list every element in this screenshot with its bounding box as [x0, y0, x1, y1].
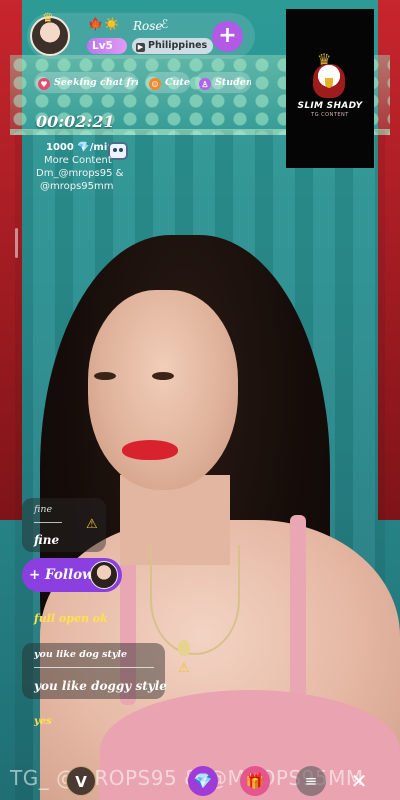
add-follow-plus-button[interactable]: +	[212, 21, 243, 52]
logo-subtitle: TG CONTENT	[311, 112, 349, 118]
gem-icon: 💎	[193, 772, 213, 790]
host-badge-icons: 🍁☀️	[88, 17, 120, 31]
gem-button[interactable]: 💎	[188, 766, 218, 796]
stream-timer: 00:02:21	[36, 112, 115, 131]
more-content-line2: Dm_@mrops95 &	[36, 168, 124, 179]
level-badge: Lv5	[87, 38, 127, 54]
chat-quote-1: fine	[34, 504, 53, 515]
follow-avatar[interactable]	[90, 561, 118, 589]
logo-title: SLIM SHADY	[297, 101, 363, 111]
chat-message-3: you like doggy style	[34, 679, 167, 693]
streamer-face	[88, 290, 238, 490]
follow-label: + Follow	[29, 567, 94, 583]
rate-per-minute: 1000 💎/min	[46, 142, 115, 153]
scroll-indicator	[15, 228, 18, 258]
tag-label: Seeking chat friends	[54, 77, 138, 88]
more-content-line1: More Content	[44, 155, 112, 166]
tag-label: Student	[215, 77, 251, 88]
necklace	[150, 545, 240, 655]
chat-message-1: fine	[34, 533, 60, 547]
close-icon: ✕	[350, 769, 368, 793]
eye-right	[152, 372, 174, 380]
streamer-lips	[122, 440, 178, 460]
crown-icon: ♛	[42, 11, 54, 26]
eye-left	[94, 372, 116, 380]
tag-cute: ☺ Cute	[145, 72, 190, 93]
more-content-line3: @mrops95mm	[40, 181, 114, 192]
tag-seeking-chat-friends: ♥ Seeking chat friends	[34, 72, 138, 93]
eagle-icon	[313, 64, 345, 98]
heart-icon: ♥	[38, 78, 50, 90]
pendant	[178, 640, 190, 656]
chat-message-2: full open ok	[34, 612, 108, 625]
country-badge: ▶ Philippines	[132, 38, 214, 54]
tag-label: Cute	[165, 77, 190, 88]
gift-button[interactable]: 🎁	[240, 766, 270, 796]
strap-right	[290, 515, 306, 705]
gift-icon: 🎁	[245, 772, 265, 790]
warning-icon[interactable]: ⚠	[178, 661, 190, 676]
chat-quote-3: you like dog style	[34, 649, 128, 660]
play-icon: ▶	[136, 43, 145, 52]
student-icon: ♙	[199, 78, 211, 90]
vip-label: V	[75, 773, 87, 791]
host-name: Rose	[133, 19, 163, 33]
warning-icon[interactable]: ⚠	[86, 517, 98, 532]
smile-icon: ☺	[149, 78, 161, 90]
menu-button[interactable]: ≡	[296, 766, 326, 796]
country-label: Philippines	[148, 40, 208, 51]
menu-icon: ≡	[304, 772, 318, 790]
tag-student: ♙ Student	[195, 72, 251, 93]
chat-divider-3	[34, 667, 154, 668]
chat-message-4: yes	[34, 716, 52, 727]
vip-button[interactable]: V	[66, 766, 96, 796]
host-name-extra: ℰ	[161, 17, 169, 31]
level-label: Lv5	[92, 40, 113, 52]
close-button[interactable]: ✕	[344, 766, 374, 796]
chat-divider-1	[34, 522, 62, 523]
